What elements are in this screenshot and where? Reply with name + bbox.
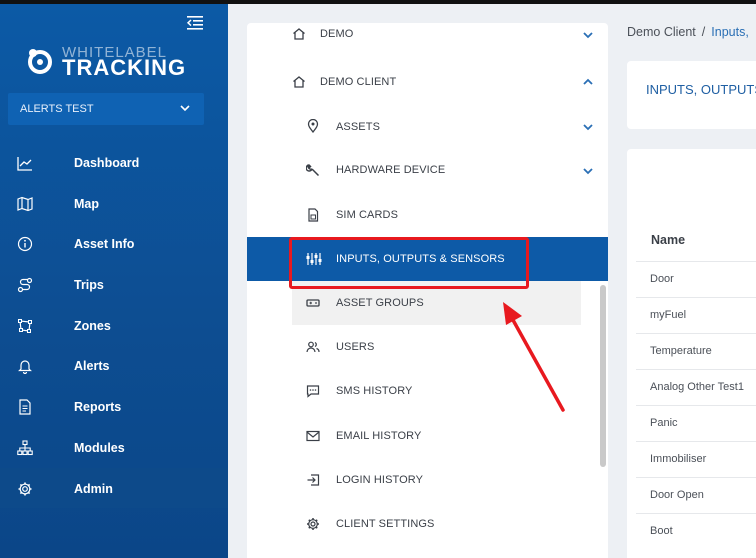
settings-menu-panel: DEMO DEMO CLIENT ASSETS HARDWARE DEVICE … [247,23,608,558]
table-cell: Door Open [650,489,704,501]
table-row[interactable]: Door [636,261,756,297]
menu-item-label: EMAIL HISTORY [336,430,422,442]
sidebar-item-label: Admin [74,481,113,496]
table-cell: Boot [650,525,673,537]
logo-mark-icon [28,49,52,74]
table-cell: Panic [650,417,678,429]
map-icon [17,196,33,211]
top-border [0,0,756,4]
sidebar-item-map[interactable]: Map [0,183,228,224]
chevron-down-icon[interactable] [582,29,594,41]
table-cell: myFuel [650,309,687,321]
gear-icon [18,482,32,495]
users-icon [306,341,320,353]
location-pin-icon [307,119,319,133]
menu-item-label: CLIENT SETTINGS [336,518,435,530]
table-row[interactable]: Temperature [636,333,756,369]
menu-item-label: USERS [336,341,375,353]
chart-line-icon [17,157,32,171]
menu-item-sim-cards[interactable]: SIM CARDS [247,193,608,237]
sidebar-item-alerts[interactable]: Alerts [0,345,228,386]
table-row[interactable]: Door Open [636,477,756,513]
annotation-highlight-box [289,237,529,289]
sidebar-item-zones[interactable]: Zones [0,305,228,346]
sim-card-icon [308,208,319,222]
sidebar-item-admin[interactable]: Admin [0,467,228,509]
column-header-name[interactable]: Name [651,233,685,247]
chevron-down-icon [180,105,190,112]
menu-item-label: SIM CARDS [336,209,399,221]
sidebar-item-label: Reports [74,400,122,415]
menu-item-assets[interactable]: ASSETS [247,104,608,148]
brand-line-2: TRACKING [62,55,187,80]
menu-item-hardware-device[interactable]: HARDWARE DEVICE [247,148,608,192]
table-row[interactable]: Analog Other Test1 [636,369,756,405]
sidebar-item-trips[interactable]: Trips [0,264,228,305]
table-row[interactable]: myFuel [636,297,756,333]
document-icon [19,399,31,415]
menu-scrollbar[interactable] [600,285,606,467]
table-cell: Door [650,273,674,285]
breadcrumb-separator: / [701,25,706,39]
login-icon [307,474,320,486]
sidebar: WHITELABEL TRACKING ALERTS TEST Dashboar… [0,0,756,558]
sidebar-item-label: Dashboard [74,156,140,170]
logo[interactable]: WHITELABEL TRACKING [26,44,196,80]
wrench-icon [306,164,320,177]
menu-item-email-history[interactable]: EMAIL HISTORY [247,414,608,458]
menu-item-label: HARDWARE DEVICE [336,164,446,176]
client-select[interactable]: ALERTS TEST [8,93,204,125]
info-icon [17,237,33,252]
home-icon [293,28,305,40]
menu-item-label: DEMO [320,28,354,40]
chevron-down-icon[interactable] [582,121,594,133]
sidebar-item-asset-info[interactable]: Asset Info [0,223,228,264]
menu-item-demo-client[interactable]: DEMO CLIENT [247,60,608,104]
asset-groups-icon [306,299,320,307]
menu-item-login-history[interactable]: LOGIN HISTORY [247,458,608,502]
table-row[interactable]: Panic [636,405,756,441]
page-title: INPUTS, OUTPUTS [646,82,756,97]
gear-icon [307,518,319,530]
route-icon [17,277,33,293]
breadcrumb: Demo Client / Inputs, [627,25,749,39]
menu-item-client-settings[interactable]: CLIENT SETTINGS [247,502,608,546]
sidebar-item-modules[interactable]: Modules [0,427,228,468]
table-cell: Temperature [650,345,712,357]
chevron-down-icon[interactable] [582,165,594,177]
menu-item-label: ASSETS [336,121,381,133]
table-cell: Analog Other Test1 [650,381,744,393]
table-cell: Immobiliser [650,453,707,465]
table-card: Name Door myFuel Temperature Analog Othe… [627,149,756,558]
bell-icon [18,360,32,375]
table-row[interactable]: Immobiliser [636,441,756,477]
menu-item-demo[interactable]: DEMO [247,23,608,61]
chevron-up-icon[interactable] [582,76,594,88]
sidebar-item-reports[interactable]: Reports [0,386,228,427]
breadcrumb-item-current[interactable]: Inputs, [711,25,749,39]
breadcrumb-item[interactable]: Demo Client [627,25,696,39]
menu-item-label: ASSET GROUPS [336,297,424,309]
sidebar-item-label: Alerts [74,359,110,374]
zone-icon [18,318,32,333]
sidebar-item-label: Trips [74,278,104,293]
annotation-arrow-icon [503,302,565,412]
collapse-menu-icon[interactable] [187,16,203,30]
home-icon [293,76,305,88]
sidebar-item-label: Map [74,196,99,211]
sidebar-item-label: Modules [74,440,125,455]
sidebar-item-dashboard[interactable]: Dashboard [0,142,228,183]
menu-item-label: DEMO CLIENT [320,76,397,88]
sidebar-nav: Dashboard Map Asset Info Trips Zones Ale… [0,142,228,509]
sitemap-icon [17,440,33,455]
email-icon [306,430,320,442]
client-select-value: ALERTS TEST [20,103,94,115]
menu-item-label: SMS HISTORY [336,385,413,397]
sidebar-item-label: Zones [74,318,111,333]
sms-icon [306,385,320,398]
table-row[interactable]: Boot [636,513,756,549]
sidebar-item-label: Asset Info [74,237,135,252]
page-title-card: INPUTS, OUTPUTS [627,61,756,129]
menu-item-label: LOGIN HISTORY [336,474,424,486]
